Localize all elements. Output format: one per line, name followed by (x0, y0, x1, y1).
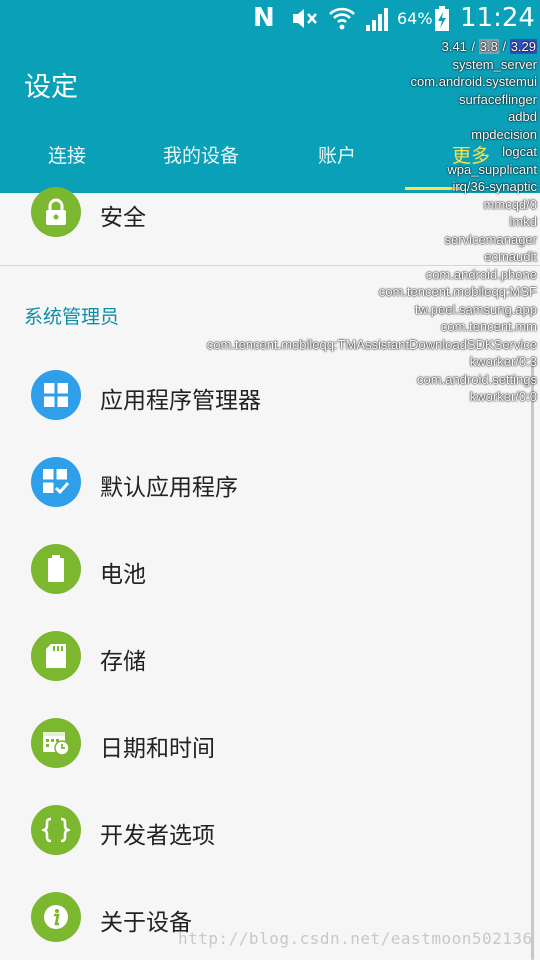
wifi-icon (329, 7, 355, 30)
status-bar: N 64% 11:24 (0, 0, 540, 37)
list-item-label: 默认应用程序 (100, 475, 238, 501)
list-item-label: 安全 (100, 205, 146, 231)
nfc-n-icon: N (253, 3, 275, 33)
braces-icon (31, 805, 81, 855)
grid-check-icon (31, 457, 81, 507)
process-line: ecmaudit (484, 249, 537, 264)
list-item-default-applications[interactable]: 默认应用程序 (0, 438, 540, 524)
info-icon (31, 892, 81, 942)
clock: 11:24 (460, 3, 535, 33)
process-line: kworker/0:0 (469, 389, 537, 404)
signal-icon (366, 8, 388, 31)
process-line: com.android.settings (417, 371, 537, 387)
process-line: com.tencent.mm (440, 319, 537, 334)
list-item-label: 日期和时间 (100, 736, 215, 762)
list-item-developer-options[interactable]: 开发者选项 (0, 786, 540, 872)
grid-icon (31, 370, 81, 420)
process-line: com.tencent.mobileqq:TMAssistantDownload… (206, 336, 537, 352)
list-item-date-time[interactable]: 日期和时间 (0, 699, 540, 785)
scrollbar[interactable] (531, 360, 534, 960)
process-line: surfaceflinger (458, 91, 537, 107)
list-item-label: 电池 (100, 562, 146, 588)
load-1min: 3.41 (441, 39, 467, 54)
process-line: com.android.phone (425, 266, 537, 282)
section-header: 系统管理员 (24, 306, 120, 328)
battery-percent: 64% (397, 9, 433, 28)
watermark: http://blog.csdn.net/eastmoon502136 (178, 929, 533, 948)
battery-icon (31, 544, 81, 594)
process-line: adbd (508, 109, 537, 124)
process-line: com.android.systemui (410, 74, 537, 89)
process-line: mmcqd/0 (483, 196, 537, 212)
lock-icon (31, 187, 81, 237)
process-line: kworker/0:3 (469, 354, 537, 369)
process-line: lmkd (509, 214, 537, 229)
mute-icon (293, 9, 317, 28)
list-item-label: 开发者选项 (100, 823, 215, 849)
page-title: 设定 (24, 72, 78, 103)
load-15min: 3.29 (509, 39, 537, 54)
process-line: system_server (452, 56, 537, 72)
list-item-label: 存储 (100, 649, 146, 675)
calendar-clock-icon (31, 718, 81, 768)
sd-card-icon (31, 631, 81, 681)
process-line: servicemanager (444, 231, 538, 247)
process-line: wpa_supplicant (447, 161, 537, 177)
process-line: tw.peel.samsung.app (414, 301, 537, 317)
process-line: mpdecision (471, 126, 537, 142)
tab-connections[interactable]: 连接 (48, 141, 86, 168)
process-line: irq/36-synaptic (452, 179, 537, 194)
process-overlay: 3.41 / 3.8 / 3.29 system_server com.andr… (207, 38, 537, 406)
process-line: com.tencent.mobileqq:MSF (378, 284, 537, 299)
list-item-storage[interactable]: 存储 (0, 612, 540, 698)
list-item-battery[interactable]: 电池 (0, 525, 540, 611)
battery-charging-icon (435, 6, 449, 31)
load-5min: 3.8 (478, 39, 499, 54)
process-line: logcat (502, 144, 537, 159)
load-average: 3.41 / 3.8 / 3.29 (441, 39, 537, 54)
